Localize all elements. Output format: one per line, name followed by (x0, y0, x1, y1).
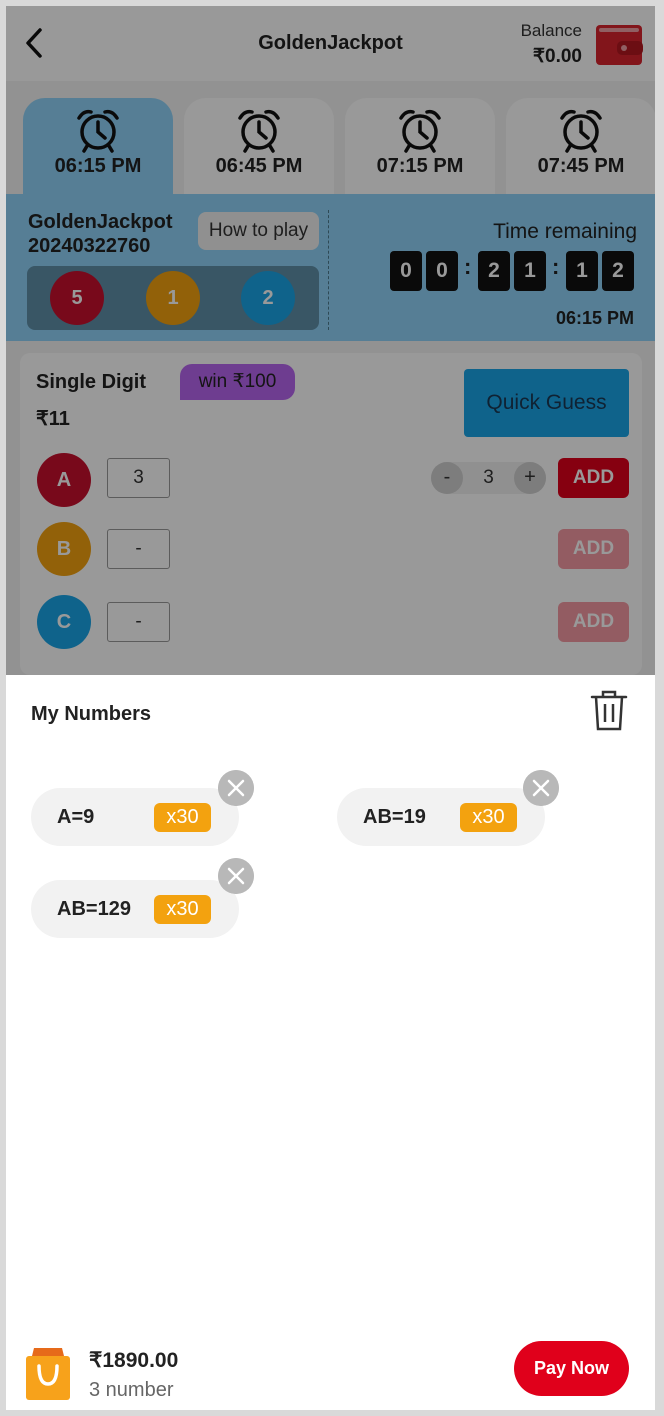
number-count: 3 number (89, 1379, 174, 1401)
number-chip: A=9 x30 (31, 788, 239, 846)
chip-label: AB=19 (363, 806, 426, 828)
multiplier-badge: x30 (154, 803, 211, 832)
close-icon[interactable] (523, 770, 559, 806)
modal-backdrop[interactable] (6, 6, 655, 675)
trash-icon[interactable] (590, 689, 628, 731)
app-screen: GoldenJackpot Balance ₹0.00 06:15 PM 06:… (6, 6, 655, 1410)
close-icon[interactable] (218, 858, 254, 894)
chip-label: A=9 (57, 806, 95, 828)
close-icon[interactable] (218, 770, 254, 806)
pay-now-button[interactable]: Pay Now (514, 1341, 629, 1396)
total-amount: ₹1890.00 (89, 1349, 179, 1372)
shopping-bag-icon (26, 1348, 70, 1400)
number-chip: AB=19 x30 (337, 788, 545, 846)
multiplier-badge: x30 (154, 895, 211, 924)
chip-label: AB=129 (57, 898, 131, 920)
multiplier-badge: x30 (460, 803, 517, 832)
number-chip: AB=129 x30 (31, 880, 239, 938)
my-numbers-sheet: My Numbers A=9 x30 AB=19 x30 AB=129 x30 … (6, 675, 655, 1410)
sheet-title: My Numbers (31, 703, 152, 725)
